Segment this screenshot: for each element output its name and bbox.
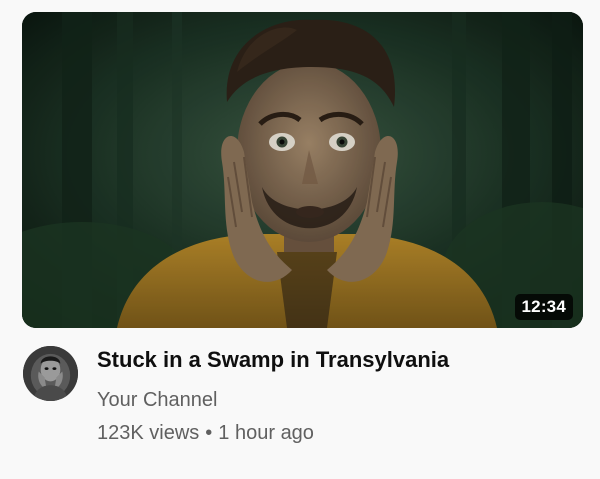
avatar-image: [23, 346, 78, 401]
channel-avatar[interactable]: [23, 346, 78, 401]
video-stats: 123K views • 1 hour ago: [97, 421, 577, 445]
video-title[interactable]: Stuck in a Swamp in Transylvania: [97, 345, 577, 375]
stats-separator: •: [205, 422, 213, 444]
thumbnail-image: [22, 12, 583, 328]
video-meta: Stuck in a Swamp in Transylvania Your Ch…: [97, 345, 577, 445]
channel-name[interactable]: Your Channel: [97, 388, 217, 412]
upload-time: 1 hour ago: [218, 422, 314, 444]
video-card: 12:34 Stuck in a Swamp in Transylvania Y…: [0, 0, 600, 479]
view-count: 123K views: [97, 422, 200, 444]
duration-badge: 12:34: [514, 294, 573, 320]
video-thumbnail[interactable]: 12:34: [22, 12, 583, 328]
